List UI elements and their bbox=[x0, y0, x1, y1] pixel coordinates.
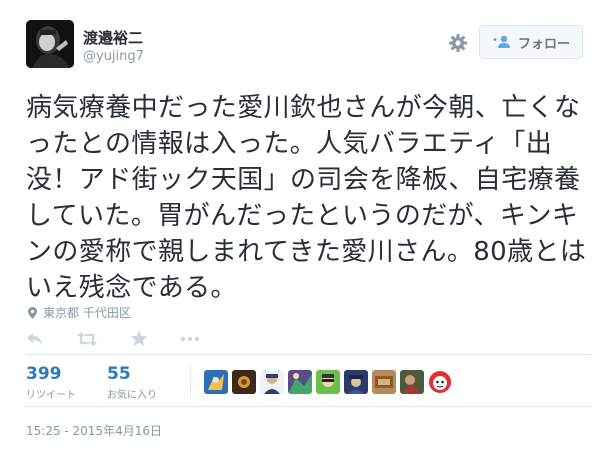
divider bbox=[26, 354, 591, 355]
location-text: 東京都 千代田区 bbox=[43, 306, 131, 320]
avatar-image bbox=[26, 20, 74, 68]
favoriter-avatar[interactable] bbox=[372, 370, 396, 394]
tweet-location[interactable]: 東京都 千代田区 bbox=[28, 304, 131, 321]
user-name[interactable]: 渡邉裕二 bbox=[83, 27, 143, 48]
favoriters-avatars bbox=[204, 370, 452, 394]
divider bbox=[26, 406, 591, 407]
favoriter-avatar[interactable] bbox=[204, 370, 228, 394]
favorite-count: 55 bbox=[107, 364, 131, 384]
stat-separator bbox=[190, 366, 191, 398]
more-dots-icon[interactable] bbox=[180, 336, 200, 342]
favoriter-avatar[interactable] bbox=[288, 370, 312, 394]
favorite-star-icon[interactable] bbox=[130, 330, 148, 347]
add-user-icon bbox=[493, 35, 510, 48]
follow-button[interactable]: フォロー bbox=[479, 25, 583, 59]
follow-button-label: フォロー bbox=[517, 36, 570, 52]
retweet-icon[interactable] bbox=[76, 331, 98, 347]
tweet-actions bbox=[26, 330, 200, 347]
retweet-stat[interactable]: 399 リツイート bbox=[26, 364, 76, 401]
tweet-timestamp[interactable]: 15:25 - 2015年4月16日 bbox=[26, 422, 162, 439]
tweet-text: 病気療養中だった愛川欽也さんが今朝、亡くなったとの情報は入った。人気バラエティ「… bbox=[26, 93, 587, 303]
favorite-label: お気に入り bbox=[107, 390, 157, 401]
reply-icon[interactable] bbox=[26, 331, 44, 347]
map-pin-icon bbox=[28, 306, 37, 319]
favoriter-avatar[interactable] bbox=[316, 370, 340, 394]
avatar[interactable] bbox=[26, 20, 74, 68]
favoriter-avatar[interactable] bbox=[232, 370, 256, 394]
favoriter-avatar[interactable] bbox=[260, 370, 284, 394]
retweet-count: 399 bbox=[26, 364, 62, 384]
favorite-stat[interactable]: 55 お気に入り bbox=[107, 364, 157, 401]
user-handle[interactable]: @yujing7 bbox=[83, 49, 144, 64]
favoriter-avatar[interactable] bbox=[344, 370, 368, 394]
gear-icon[interactable] bbox=[448, 33, 468, 53]
retweet-label: リツイート bbox=[26, 390, 76, 401]
favoriter-avatar[interactable] bbox=[400, 370, 424, 394]
favoriter-avatar[interactable] bbox=[428, 370, 452, 394]
